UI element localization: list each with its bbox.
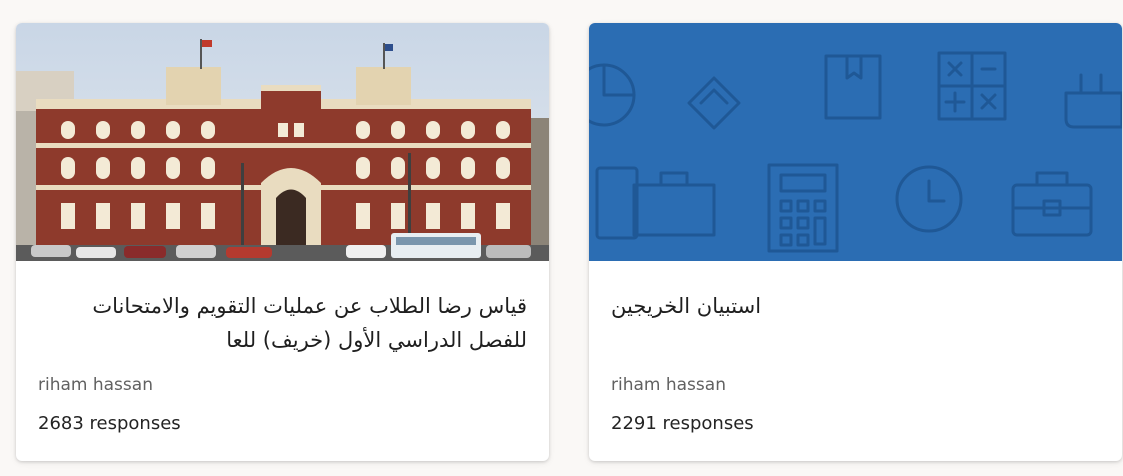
form-card[interactable]: قياس رضا الطلاب عن عمليات التقويم والامت… <box>16 23 549 461</box>
form-title[interactable]: قياس رضا الطلاب عن عمليات التقويم والامت… <box>38 289 527 357</box>
form-card[interactable]: استبيان الخريجين riham hassan 2291 respo… <box>589 23 1122 461</box>
form-owner: riham hassan <box>38 375 153 395</box>
form-thumbnail-photo <box>16 23 549 261</box>
form-owner: riham hassan <box>611 375 726 395</box>
form-response-count: 2291 responses <box>611 413 754 434</box>
form-title[interactable]: استبيان الخريجين <box>611 289 1100 323</box>
form-thumbnail-pattern <box>589 23 1122 261</box>
form-response-count: 2683 responses <box>38 413 181 434</box>
forms-gallery: قياس رضا الطلاب عن عمليات التقويم والامت… <box>0 0 1123 476</box>
